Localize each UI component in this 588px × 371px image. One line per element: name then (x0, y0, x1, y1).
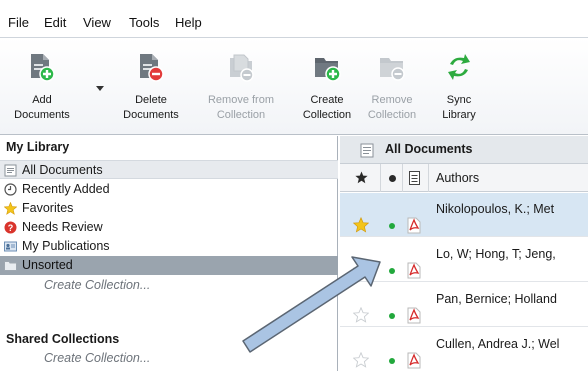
question-icon: ? (4, 221, 17, 234)
folder-icon (4, 261, 17, 271)
sidebar-item-all-documents[interactable]: All Documents (0, 160, 338, 179)
column-header-row: Authors (340, 164, 588, 192)
create-collection-icon (315, 58, 341, 82)
delete-documents-button[interactable]: Delete Documents (108, 38, 194, 134)
documents-icon (360, 143, 374, 158)
menu-help[interactable]: Help (175, 15, 202, 30)
sidebar-item-label: Favorites (22, 201, 74, 215)
sync-library-label: Sync Library (442, 94, 476, 121)
sidebar-item-label: Recently Added (22, 182, 110, 196)
pdf-icon (407, 352, 421, 369)
sidebar-item-unsorted[interactable]: Unsorted (0, 256, 338, 275)
sidebar-item-label: My Publications (22, 239, 110, 253)
star-icon (4, 202, 17, 215)
add-document-icon (31, 54, 55, 82)
clock-icon (4, 183, 17, 196)
menu-bar: File Edit View Tools Help (0, 0, 588, 38)
favorite-star-icon[interactable] (353, 352, 369, 368)
create-collection-label: Create Collection (302, 94, 352, 121)
add-documents-button[interactable]: Add Documents (0, 38, 84, 134)
delete-document-icon (140, 54, 164, 82)
menu-view[interactable]: View (83, 15, 111, 30)
sidebar-item-needs-review[interactable]: ? Needs Review (0, 218, 338, 237)
sidebar-item-my-publications[interactable]: My Publications (0, 237, 338, 256)
documents-title: All Documents (385, 142, 473, 156)
remove-collection-label: Remove Collection (367, 94, 417, 121)
documents-icon (4, 164, 17, 177)
table-row[interactable]: Cullen, Andrea J.; Wel (340, 328, 588, 371)
svg-text:?: ? (8, 223, 14, 233)
author-cell: Lo, W; Hong, T; Jeng, (436, 247, 556, 261)
pdf-icon (407, 217, 421, 234)
delete-documents-label: Delete Documents (123, 94, 179, 121)
table-row[interactable]: Pan, Bernice; Holland (340, 283, 588, 327)
menu-tools[interactable]: Tools (129, 15, 159, 30)
sidebar-item-label: Needs Review (22, 220, 103, 234)
favorite-star-icon[interactable] (353, 217, 369, 233)
my-library-header: My Library (6, 140, 70, 154)
sidebar-item-label: Unsorted (22, 258, 73, 272)
authors-column-header[interactable]: Authors (436, 171, 479, 185)
sync-icon (448, 54, 470, 80)
pdf-icon (407, 307, 421, 324)
shared-create-collection-link[interactable]: Create Collection... (44, 351, 150, 365)
create-collection-link[interactable]: Create Collection... (44, 278, 150, 292)
remove-from-collection-icon (230, 54, 254, 82)
unread-dot-icon[interactable] (389, 268, 395, 274)
sidebar-item-favorites[interactable]: Favorites (0, 199, 338, 218)
table-row[interactable]: Nikolopoulos, K.; Met (340, 193, 588, 237)
documents-panel: All Documents Authors Nikolopoulos, K.; … (340, 136, 588, 371)
unread-dot-icon[interactable] (389, 313, 395, 319)
shared-collections-header: Shared Collections (6, 332, 120, 346)
table-row[interactable]: Lo, W; Hong, T; Jeng, (340, 238, 588, 282)
document-type-column-icon[interactable] (409, 171, 420, 185)
favorite-star-icon[interactable] (353, 307, 369, 323)
library-sidebar: My Library All Documents Recently Added … (0, 136, 338, 371)
read-status-column-icon[interactable] (389, 175, 396, 182)
menu-file[interactable]: File (8, 15, 29, 30)
unread-dot-icon[interactable] (389, 223, 395, 229)
add-documents-dropdown-icon[interactable] (96, 86, 104, 91)
sidebar-item-recently-added[interactable]: Recently Added (0, 180, 338, 199)
menu-edit[interactable]: Edit (44, 15, 66, 30)
remove-collection-button[interactable]: Remove Collection (362, 38, 422, 134)
add-documents-label: Add Documents (14, 94, 70, 121)
remove-collection-icon (380, 58, 405, 81)
sync-library-button[interactable]: Sync Library (430, 38, 488, 134)
remove-from-collection-label: Remove from Collection (207, 94, 275, 121)
create-collection-button[interactable]: Create Collection (296, 38, 358, 134)
toolbar: Add Documents Delete Documents Remove fr… (0, 38, 588, 135)
remove-from-collection-button[interactable]: Remove from Collection (194, 38, 288, 134)
author-cell: Cullen, Andrea J.; Wel (436, 337, 560, 351)
author-cell: Nikolopoulos, K.; Met (436, 202, 555, 216)
sidebar-item-label: All Documents (22, 163, 103, 177)
author-cell: Pan, Bernice; Holland (436, 292, 557, 306)
favorite-star-icon[interactable] (353, 262, 369, 278)
profile-card-icon (4, 241, 17, 252)
unread-dot-icon[interactable] (389, 358, 395, 364)
documents-title-bar: All Documents (340, 136, 588, 164)
star-column-icon[interactable] (355, 171, 368, 184)
pdf-icon (407, 262, 421, 279)
